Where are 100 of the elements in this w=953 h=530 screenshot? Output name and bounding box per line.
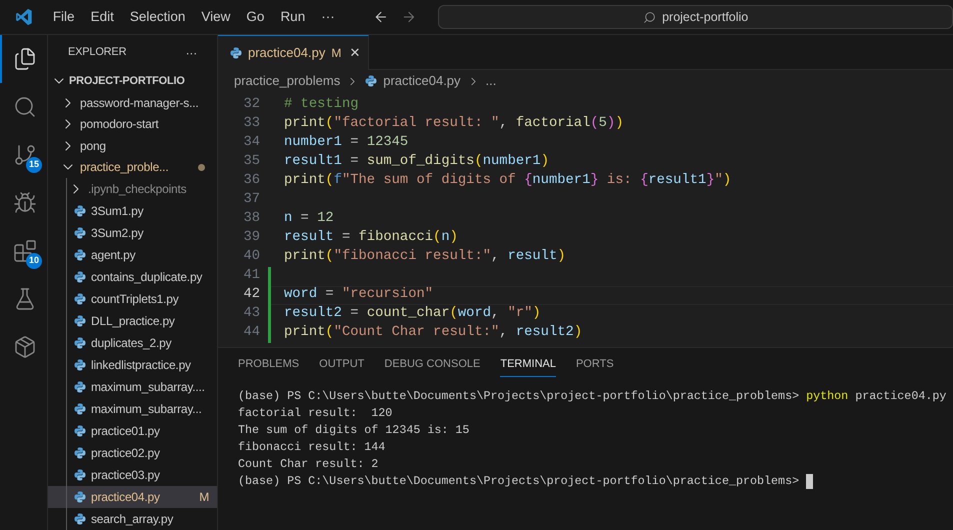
project-header[interactable]: PROJECT-PORTFOLIO <box>48 70 217 92</box>
folder-row[interactable]: pong <box>48 135 217 156</box>
panel-tab[interactable]: PORTS <box>576 353 614 377</box>
menu-item[interactable]: View <box>193 6 238 28</box>
editor-tab[interactable]: practice04.py M ✕ <box>218 35 370 70</box>
python-file-icon <box>365 75 378 87</box>
line-number: 34 <box>242 134 260 152</box>
file-row[interactable]: practice02.py <box>48 442 217 464</box>
folder-name: practice_proble... <box>80 159 168 176</box>
code-line: print(f"The sum of digits of {number1} is: {result1}") <box>283 172 732 190</box>
line-number: 33 <box>242 115 260 134</box>
search-value: project-portfolio <box>662 8 748 26</box>
menu-item[interactable]: File <box>44 6 83 28</box>
file-name: practice04.py <box>91 489 160 506</box>
file-row[interactable]: agent.py <box>48 244 217 266</box>
file-row[interactable]: duplicates_2.py <box>48 332 217 354</box>
folder-name: pomodoro-start <box>80 116 159 134</box>
close-button[interactable]: ✕ <box>349 43 360 63</box>
menu-item[interactable]: ··· <box>313 6 343 28</box>
file-row[interactable]: contains_duplicate.py <box>48 266 217 288</box>
file-row[interactable]: 3Sum2.py <box>48 222 217 244</box>
modified-letter: M <box>199 489 209 506</box>
python-file-icon <box>74 205 86 217</box>
file-row[interactable]: linkedlistpractice.py <box>48 354 217 376</box>
python-file-icon <box>74 359 86 371</box>
breadcrumb-item[interactable]: practice_problems <box>234 71 340 91</box>
line-number: 35 <box>242 153 260 172</box>
folder-row[interactable]: pomodoro-start <box>48 114 217 135</box>
file-row[interactable]: DLL_practice.py <box>48 310 217 332</box>
menu-item[interactable]: Edit <box>82 6 122 28</box>
python-file-icon <box>230 47 242 59</box>
code-line: number1 = 12345 <box>283 134 410 152</box>
code-line: result2 = count_char(word, "r") <box>283 305 542 324</box>
package-icon <box>12 335 36 359</box>
file-name: agent.py <box>91 247 136 264</box>
python-file-icon <box>74 315 86 327</box>
menu-item[interactable]: Selection <box>122 6 194 28</box>
line-number: 42 <box>242 286 260 304</box>
folder-row[interactable]: practice_proble... <box>48 156 217 178</box>
terminal-line: Count Char result: 2 <box>238 456 380 473</box>
code-line: # testing <box>283 96 360 114</box>
panel-tab[interactable]: TERMINAL <box>500 353 556 377</box>
file-name: contains_duplicate.py <box>91 269 202 286</box>
line-number: 32 <box>242 96 260 114</box>
file-name: duplicates_2.py <box>91 335 172 352</box>
terminal-line: (base) PS C:\Users\butte\Documents\Projects\project-portfolio\practice_problems> python practice04.py <box>238 388 948 405</box>
file-row[interactable]: search_array.py <box>48 508 217 530</box>
panel-tab[interactable]: DEBUG CONSOLE <box>384 353 480 377</box>
file-row[interactable]: maximum_subarray... <box>48 398 217 420</box>
file-row[interactable]: practice03.py <box>48 464 217 486</box>
file-name: search_array.py <box>91 511 174 528</box>
terminal-line: (base) PS C:\Users\butte\Documents\Projects\project-portfolio\practice_problems> <box>238 473 953 490</box>
python-file-icon <box>74 293 86 305</box>
line-number: 44 <box>242 324 260 342</box>
line-number: 36 <box>242 172 260 190</box>
file-row[interactable]: 3Sum1.py <box>48 200 217 222</box>
file-row[interactable]: practice01.py <box>48 420 217 442</box>
count-badge: 15 <box>26 157 42 173</box>
folder-row[interactable]: .ipynb_checkpoints <box>48 178 217 200</box>
project-name: PROJECT-PORTFOLIO <box>69 74 185 89</box>
folder-row[interactable]: password-manager-s... <box>48 92 217 114</box>
line-number: 40 <box>242 248 260 266</box>
menu-item[interactable]: Run <box>272 6 314 28</box>
breadcrumb-item[interactable]: ... <box>486 71 496 91</box>
folder-name: password-manager-s... <box>80 94 199 112</box>
folder-name: .ipynb_checkpoints <box>88 181 186 198</box>
folder-name: pong <box>80 138 106 155</box>
breadcrumb-item[interactable]: practice04.py <box>383 71 461 91</box>
panel-tab[interactable]: PROBLEMS <box>238 353 300 377</box>
activity-button[interactable]: 10 <box>0 227 47 275</box>
python-file-icon <box>74 337 86 349</box>
python-file-icon <box>74 425 86 437</box>
python-file-icon <box>74 403 86 415</box>
sidebar-title: EXPLORER <box>68 45 126 60</box>
files-icon <box>12 47 36 71</box>
line-number: 43 <box>242 305 260 324</box>
file-row[interactable]: practice04.py M <box>48 486 217 508</box>
file-name: 3Sum1.py <box>91 203 144 220</box>
python-file-icon <box>74 227 86 239</box>
bug-icon <box>12 191 36 215</box>
menu-item[interactable]: Go <box>238 6 272 28</box>
search-field[interactable]: project-portfolio <box>438 5 953 29</box>
file-row[interactable]: maximum_subarray.... <box>48 376 217 398</box>
line-number: 41 <box>242 267 260 286</box>
file-name: practice03.py <box>91 467 160 484</box>
more-button[interactable]: ··· <box>186 44 197 62</box>
line-number: 37 <box>242 191 260 210</box>
panel-tab[interactable]: OUTPUT <box>319 353 364 377</box>
file-name: maximum_subarray... <box>91 401 202 418</box>
python-file-icon <box>74 491 86 503</box>
line-number: 39 <box>242 229 260 248</box>
python-file-icon <box>74 381 86 393</box>
python-file-icon <box>74 469 86 481</box>
line-number: 38 <box>242 210 260 228</box>
file-row[interactable]: countTriplets1.py <box>48 288 217 310</box>
file-name: 3Sum2.py <box>91 225 144 242</box>
file-name: practice02.py <box>91 445 160 462</box>
activity-button[interactable]: 15 <box>0 131 47 179</box>
count-badge: 10 <box>26 253 42 269</box>
code-line: result1 = sum_of_digits(number1) <box>283 153 550 172</box>
